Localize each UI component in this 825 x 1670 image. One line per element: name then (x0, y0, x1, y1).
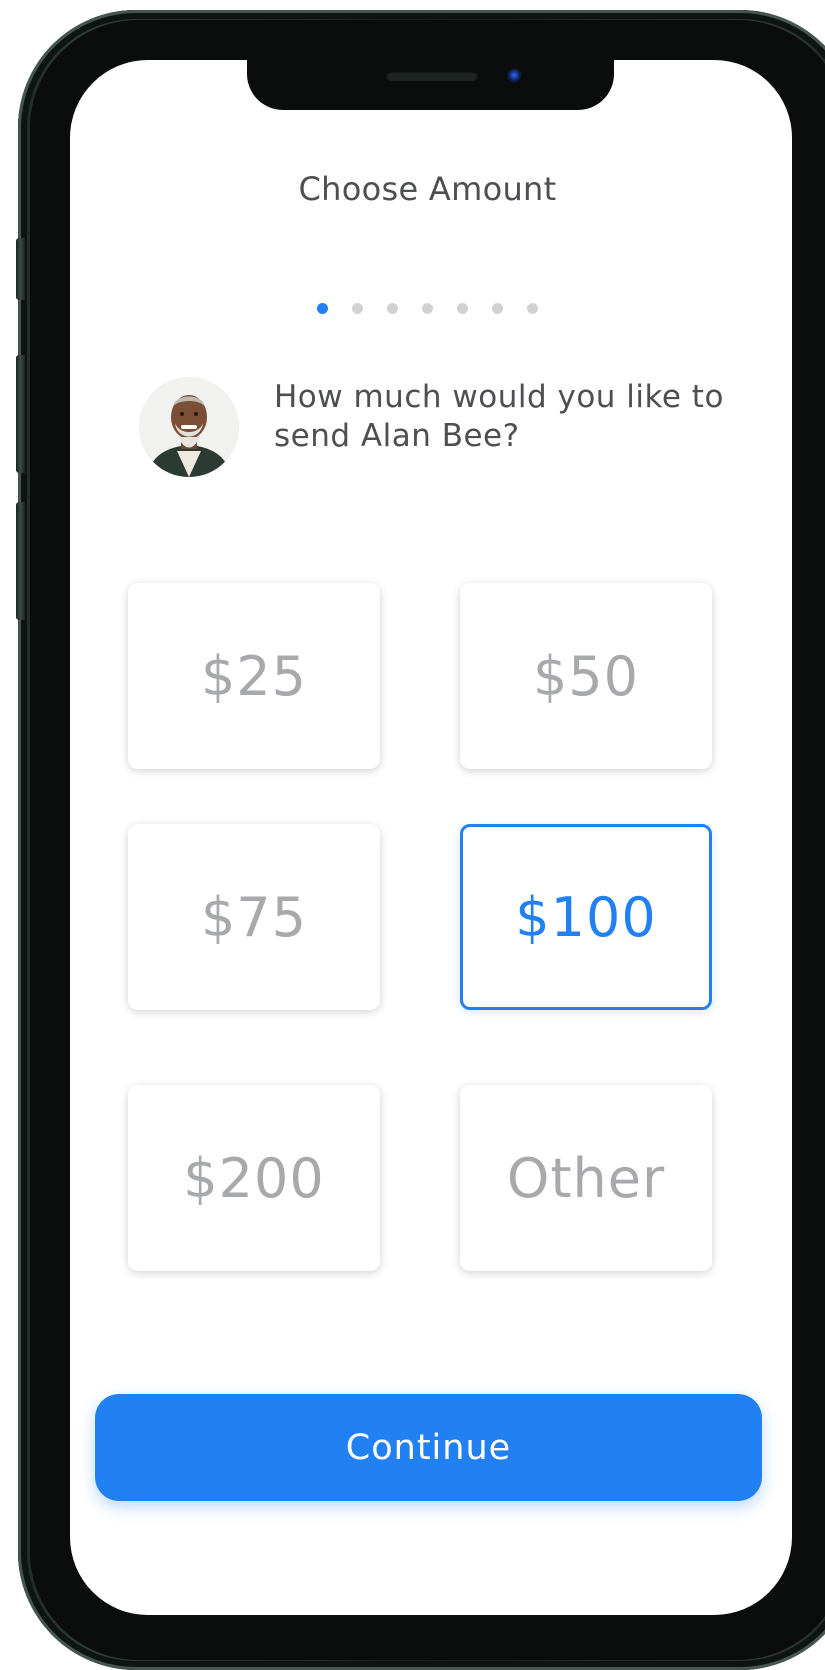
amount-option-200[interactable]: $200 (128, 1085, 380, 1271)
avatar-portrait-icon (139, 377, 239, 477)
amount-option-other[interactable]: Other (460, 1085, 712, 1271)
step-dot-5 (457, 303, 468, 314)
amount-option-75[interactable]: $75 (128, 824, 380, 1010)
amount-option-100[interactable]: $100 (460, 824, 712, 1010)
amount-prompt: How much would you like to send Alan Bee… (274, 379, 724, 454)
step-dot-3 (387, 303, 398, 314)
amount-option-25[interactable]: $25 (128, 583, 380, 769)
continue-button[interactable]: Continue (95, 1394, 762, 1501)
speaker-grille (386, 71, 478, 81)
amount-option-50[interactable]: $50 (460, 583, 712, 769)
notch (247, 58, 614, 110)
step-dot-4 (422, 303, 433, 314)
volume-up-button (16, 355, 25, 473)
step-dot-1 (317, 303, 328, 314)
page-title: Choose Amount (298, 170, 557, 208)
recipient-avatar (139, 377, 239, 477)
volume-down-button (16, 502, 25, 620)
step-dot-6 (492, 303, 503, 314)
step-dot-2 (352, 303, 363, 314)
mute-switch (16, 238, 25, 300)
step-dot-7 (527, 303, 538, 314)
front-camera (507, 68, 523, 84)
step-indicator (0, 303, 825, 314)
